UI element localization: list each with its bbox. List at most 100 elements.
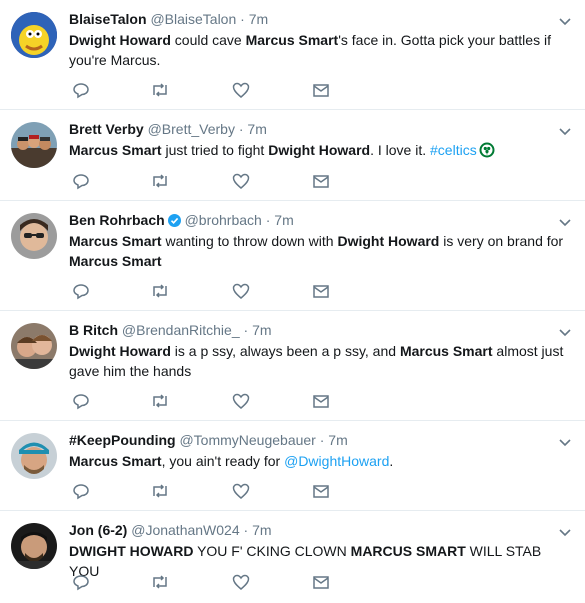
tweet-text: Marcus Smart just tried to fight Dwight … (69, 140, 574, 163)
text-segment: . (389, 453, 394, 469)
timestamp[interactable]: 7m (249, 11, 268, 27)
message-icon[interactable] (312, 482, 330, 505)
text-segment: is very on brand for (439, 233, 564, 249)
tweet-actions (72, 81, 332, 99)
text-link[interactable]: #celtics (430, 142, 477, 158)
message-icon[interactable] (312, 392, 330, 415)
text-segment: . I love it. (370, 142, 431, 158)
text-segment: YOU F' CKING CLOWN (193, 543, 351, 559)
timestamp[interactable]: 7m (252, 522, 271, 538)
chevron-down-icon[interactable] (559, 13, 571, 31)
tweet-feed: BlaiseTalon @BlaiseTalon · 7m Dwight How… (0, 0, 585, 603)
tweet[interactable]: B Ritch @BrendanRitchie_ · 7m Dwight How… (0, 311, 585, 421)
separator: · (319, 432, 325, 448)
text-segment: could cave (170, 32, 246, 48)
display-name[interactable]: BlaiseTalon (69, 11, 147, 27)
tweet-header: BlaiseTalon @BlaiseTalon · 7m (69, 11, 268, 27)
tweet[interactable]: BlaiseTalon @BlaiseTalon · 7m Dwight How… (0, 0, 585, 110)
like-icon[interactable] (232, 482, 250, 505)
tweet-header: Jon (6-2) @JonathanW024 · 7m (69, 522, 272, 538)
username[interactable]: @JonathanW024 (131, 522, 239, 538)
reply-icon[interactable] (72, 573, 90, 596)
reply-icon[interactable] (72, 282, 90, 305)
tweet-header: Ben Rohrbach @brohrbach · 7m (69, 212, 294, 228)
text-segment: is a p ssy, always been a p ssy, and (170, 343, 400, 359)
avatar[interactable] (11, 433, 57, 479)
retweet-icon[interactable] (150, 172, 170, 195)
mention-bold: Marcus Smart (69, 453, 162, 469)
display-name[interactable]: #KeepPounding (69, 432, 176, 448)
avatar[interactable] (11, 213, 57, 259)
mention-bold: Marcus Smart (69, 233, 162, 249)
separator: · (238, 121, 244, 137)
tweet-actions (72, 573, 332, 591)
avatar[interactable] (11, 12, 57, 58)
reply-icon[interactable] (72, 482, 90, 505)
timestamp[interactable]: 7m (328, 432, 347, 448)
separator: · (243, 522, 249, 538)
chevron-down-icon[interactable] (559, 324, 571, 342)
chevron-down-icon[interactable] (559, 524, 571, 542)
separator: · (265, 212, 271, 228)
username[interactable]: @BrendanRitchie_ (122, 322, 240, 338)
display-name[interactable]: Brett Verby (69, 121, 144, 137)
username[interactable]: @brohrbach (185, 212, 262, 228)
chevron-down-icon[interactable] (559, 123, 571, 141)
tweet[interactable]: #KeepPounding @TommyNeugebauer · 7m Marc… (0, 421, 585, 511)
like-icon[interactable] (232, 172, 250, 195)
tweet-header: Brett Verby @Brett_Verby · 7m (69, 121, 267, 137)
message-icon[interactable] (312, 81, 330, 104)
tweet-text: Marcus Smart wanting to throw down with … (69, 231, 574, 271)
retweet-icon[interactable] (150, 573, 170, 596)
like-icon[interactable] (232, 573, 250, 596)
mention-bold: Marcus Smart (69, 253, 162, 269)
retweet-icon[interactable] (150, 81, 170, 104)
message-icon[interactable] (312, 573, 330, 596)
avatar[interactable] (11, 523, 57, 569)
retweet-icon[interactable] (150, 482, 170, 505)
tweet-header: B Ritch @BrendanRitchie_ · 7m (69, 322, 272, 338)
mention-bold: Dwight Howard (69, 32, 171, 48)
message-icon[interactable] (312, 282, 330, 305)
reply-icon[interactable] (72, 392, 90, 415)
celtics-logo-icon (479, 142, 495, 163)
tweet-text: Marcus Smart, you ain't ready for @Dwigh… (69, 451, 574, 471)
chevron-down-icon[interactable] (559, 214, 571, 232)
avatar[interactable] (11, 122, 57, 168)
mention-bold: Marcus Smart (399, 343, 493, 359)
retweet-icon[interactable] (150, 392, 170, 415)
message-icon[interactable] (312, 172, 330, 195)
tweet-actions (72, 172, 332, 190)
tweet-text: Dwight Howard could cave Marcus Smart's … (69, 30, 574, 70)
tweet-text: Dwight Howard is a p ssy, always been a … (69, 341, 574, 381)
display-name[interactable]: Jon (6-2) (69, 522, 127, 538)
username[interactable]: @BlaiseTalon (150, 11, 236, 27)
like-icon[interactable] (232, 282, 250, 305)
mention-bold: DWIGHT HOWARD (69, 543, 194, 559)
timestamp[interactable]: 7m (274, 212, 293, 228)
text-segment: just tried to fight (161, 142, 269, 158)
mention-bold: Marcus Smart (69, 142, 162, 158)
reply-icon[interactable] (72, 172, 90, 195)
reply-icon[interactable] (72, 81, 90, 104)
avatar[interactable] (11, 323, 57, 369)
like-icon[interactable] (232, 81, 250, 104)
mention-bold: Dwight Howard (69, 343, 171, 359)
timestamp[interactable]: 7m (252, 322, 271, 338)
text-segment: , you ain't ready for (161, 453, 285, 469)
tweet[interactable]: Jon (6-2) @JonathanW024 · 7m DWIGHT HOWA… (0, 511, 585, 603)
username[interactable]: @TommyNeugebauer (179, 432, 315, 448)
display-name[interactable]: Ben Rohrbach (69, 212, 165, 228)
timestamp[interactable]: 7m (247, 121, 266, 137)
tweet-header: #KeepPounding @TommyNeugebauer · 7m (69, 432, 348, 448)
text-link[interactable]: @DwightHoward (284, 453, 389, 469)
tweet-actions (72, 282, 332, 300)
retweet-icon[interactable] (150, 282, 170, 305)
tweet[interactable]: Brett Verby @Brett_Verby · 7m Marcus Sma… (0, 110, 585, 201)
like-icon[interactable] (232, 392, 250, 415)
display-name[interactable]: B Ritch (69, 322, 118, 338)
chevron-down-icon[interactable] (559, 434, 571, 452)
tweet[interactable]: Ben Rohrbach @brohrbach · 7m Marcus Smar… (0, 201, 585, 311)
mention-bold: MARCUS SMART (350, 543, 466, 559)
username[interactable]: @Brett_Verby (148, 121, 235, 137)
